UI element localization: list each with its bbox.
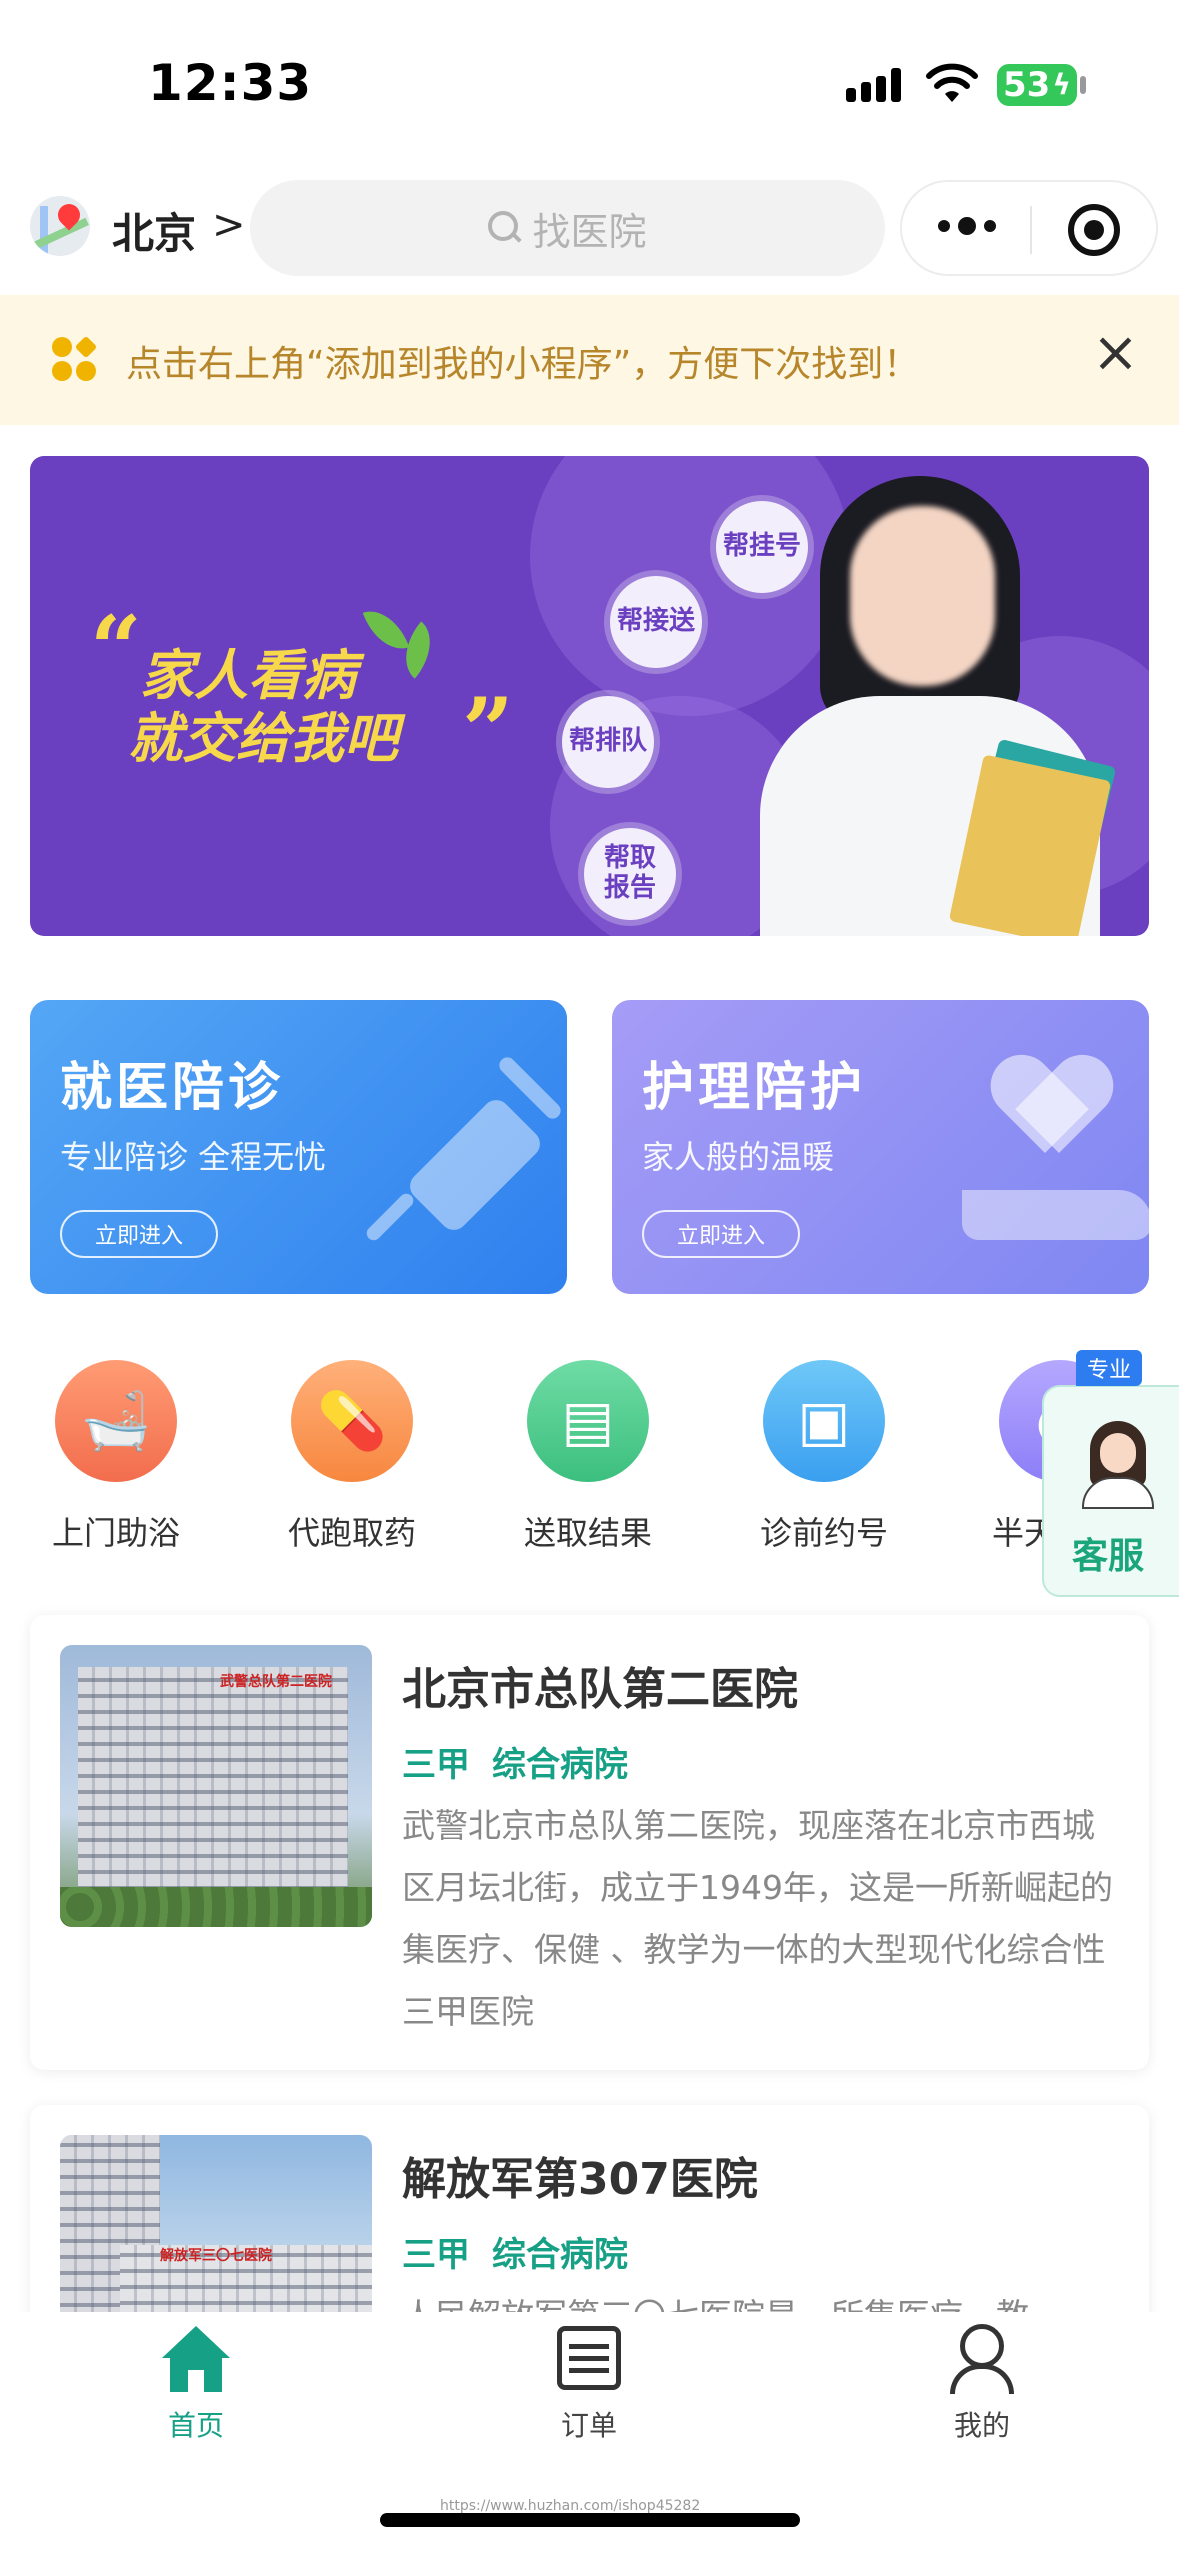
order-icon xyxy=(553,2324,625,2394)
bubble-transport: 帮接送 xyxy=(610,576,702,668)
search-placeholder: 找医院 xyxy=(532,209,647,254)
tab-home[interactable]: 首页 xyxy=(116,2324,276,2444)
card-title: 护理陪护 xyxy=(642,1058,867,1118)
battery-icon: 53 ϟ xyxy=(997,64,1077,106)
capsule-divider xyxy=(1030,206,1032,254)
cellular-signal-icon xyxy=(846,68,901,102)
quick-label: 上门助浴 xyxy=(51,1514,180,1552)
hospital-sign: 武警总队第二医院 xyxy=(220,1674,332,1690)
wifi-icon xyxy=(926,63,978,102)
heart-hand-icon xyxy=(962,1040,1149,1240)
map-location-icon[interactable] xyxy=(30,196,90,256)
tab-order[interactable]: 订单 xyxy=(509,2324,669,2444)
quick-label: 代跑取药 xyxy=(287,1514,416,1552)
service-card-care[interactable]: 护理陪护 家人般的温暖 立即进入 xyxy=(612,1000,1149,1294)
tab-mine[interactable]: 我的 xyxy=(902,2324,1062,2444)
quick-item-medicine[interactable]: 💊 代跑取药 xyxy=(262,1360,442,1554)
search-icon xyxy=(488,211,522,245)
quick-services: 🛁 上门助浴 💊 代跑取药 ▤ 送取结果 ▣ 诊前约号 ◐ 半天 xyxy=(0,1360,1179,1580)
profile-icon xyxy=(946,2324,1018,2394)
hospital-name: 北京市总队第二医院 xyxy=(402,1664,798,1715)
tab-label: 订单 xyxy=(560,2409,617,2442)
tab-label: 我的 xyxy=(953,2409,1010,2442)
monitor-icon: ▣ xyxy=(797,1388,851,1454)
hospital-name: 解放军第307医院 xyxy=(402,2154,758,2205)
bubble-queue: 帮排队 xyxy=(562,696,654,788)
hospital-tags: 三甲 综合病院 xyxy=(402,1737,628,1786)
leaf-icon xyxy=(362,601,410,659)
hospital-type-tag: 综合病院 xyxy=(492,2235,628,2275)
nav-bar: 北京 > 找医院 xyxy=(0,170,1179,290)
enter-button[interactable]: 立即进入 xyxy=(60,1210,218,1258)
card-title: 就医陪诊 xyxy=(60,1058,285,1118)
miniprogram-capsule xyxy=(900,180,1158,276)
add-miniprogram-notice: 点击右上角“添加到我的小程序”，方便下次找到！ × xyxy=(0,295,1179,425)
notice-text: 点击右上角“添加到我的小程序”，方便下次找到！ xyxy=(126,344,920,385)
service-card-escort[interactable]: 就医陪诊 专业陪诊 全程无忧 立即进入 xyxy=(30,1000,567,1294)
professional-badge: 专业 xyxy=(1076,1350,1142,1386)
close-icon[interactable]: × xyxy=(1092,325,1139,381)
hospital-sign: 解放军三〇七医院 xyxy=(160,2248,272,2264)
search-input[interactable]: 找医院 xyxy=(250,180,885,276)
syringe-icon xyxy=(363,1054,567,1260)
medicine-bag-icon: 💊 xyxy=(317,1389,387,1454)
more-dots-icon[interactable] xyxy=(938,217,996,235)
hospital-card[interactable]: 武警总队第二医院 北京市总队第二医院 三甲 综合病院 武警北京市总队第二医院，现… xyxy=(30,1615,1149,2070)
battery-level: 53 xyxy=(1003,65,1051,105)
customer-service-label: 客服 xyxy=(1072,1536,1145,1577)
hospital-level-tag: 三甲 xyxy=(402,2235,470,2275)
quick-item-appointment[interactable]: ▣ 诊前约号 xyxy=(734,1360,914,1554)
status-time: 12:33 xyxy=(148,54,313,112)
hospital-type-tag: 综合病院 xyxy=(492,1745,628,1785)
quick-label: 送取结果 xyxy=(523,1514,652,1552)
chevron-right-icon[interactable]: > xyxy=(212,202,246,248)
promo-banner[interactable]: “ 家人看病 就交给我吧 ” 帮挂号 帮接送 帮排队 帮取 报告 xyxy=(30,456,1149,936)
tab-label: 首页 xyxy=(167,2409,224,2442)
app-page: 12:33 53 ϟ 北京 > 找医院 点击右上角“添加到我的小程序”，方便下次… xyxy=(0,0,1179,2556)
home-indicator xyxy=(380,2513,800,2527)
report-icon: ▤ xyxy=(561,1388,615,1454)
quick-item-bath[interactable]: 🛁 上门助浴 xyxy=(26,1360,206,1554)
quote-open-icon: “ xyxy=(90,596,142,702)
customer-service-button[interactable]: 客服 xyxy=(1042,1385,1179,1597)
hospital-level-tag: 三甲 xyxy=(402,1745,470,1785)
card-subtitle: 家人般的温暖 xyxy=(642,1138,835,1176)
home-icon xyxy=(160,2324,232,2394)
card-subtitle: 专业陪诊 全程无忧 xyxy=(60,1138,327,1176)
city-selector[interactable]: 北京 xyxy=(112,200,196,261)
hospital-photo: 武警总队第二医院 xyxy=(60,1645,372,1927)
battery-cap xyxy=(1080,76,1086,94)
charging-bolt-icon: ϟ xyxy=(1052,68,1071,101)
apps-icon xyxy=(52,335,98,381)
nurse-illustration xyxy=(730,466,1140,936)
quick-item-report[interactable]: ▤ 送取结果 xyxy=(498,1360,678,1554)
quote-close-icon: ” xyxy=(462,678,514,784)
enter-button[interactable]: 立即进入 xyxy=(642,1210,800,1258)
banner-slogan-line2: 就交给我吧 xyxy=(128,707,398,770)
service-agent-avatar xyxy=(1072,1417,1162,1509)
hospital-tags: 三甲 综合病院 xyxy=(402,2227,628,2276)
watermark: https://www.huzhan.com/ishop45282 xyxy=(440,2498,701,2514)
hospital-description: 武警北京市总队第二医院，现座落在北京市西城区月坛北街，成立于1949年，这是一所… xyxy=(402,1806,1113,2031)
quick-label: 诊前约号 xyxy=(759,1514,888,1552)
bathtub-icon: 🛁 xyxy=(81,1389,151,1454)
close-miniprogram-icon[interactable] xyxy=(1068,204,1120,256)
bubble-report: 帮取 报告 xyxy=(584,828,676,920)
status-bar: 12:33 53 ϟ xyxy=(0,0,1179,170)
